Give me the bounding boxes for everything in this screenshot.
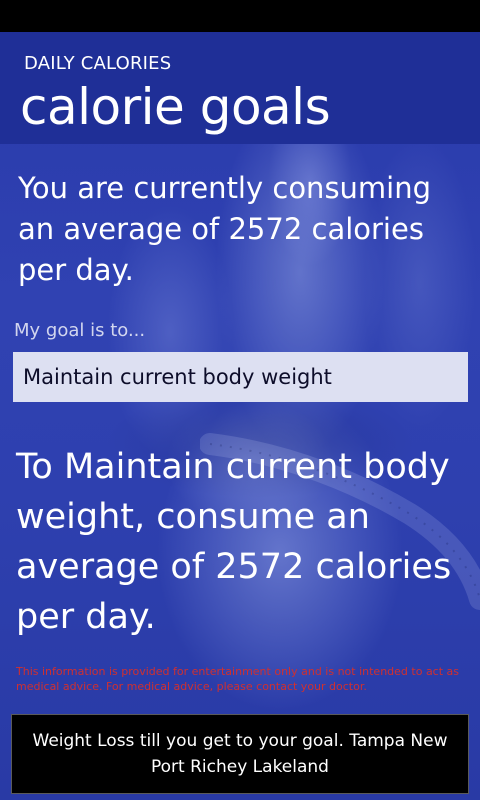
ad-text: Weight Loss till you get to your goal. T… xyxy=(32,731,448,777)
current-intake-message: You are currently consuming an average o… xyxy=(18,171,432,287)
page-title: calorie goals xyxy=(20,78,331,136)
status-bar xyxy=(0,0,480,32)
goal-result-message: To Maintain current body weight, consume… xyxy=(16,447,452,637)
app-name: DAILY CALORIES xyxy=(24,53,172,74)
app-header: DAILY CALORIES calorie goals xyxy=(0,32,480,144)
goal-select[interactable]: Maintain current body weight xyxy=(13,352,468,402)
app-screen: DAILY CALORIES calorie goals You are cur… xyxy=(0,32,480,800)
goal-select-value: Maintain current body weight xyxy=(23,365,332,389)
ad-banner[interactable]: Weight Loss till you get to your goal. T… xyxy=(11,714,469,794)
goal-label: My goal is to... xyxy=(14,320,146,341)
medical-disclaimer: This information is provided for enterta… xyxy=(16,665,460,693)
